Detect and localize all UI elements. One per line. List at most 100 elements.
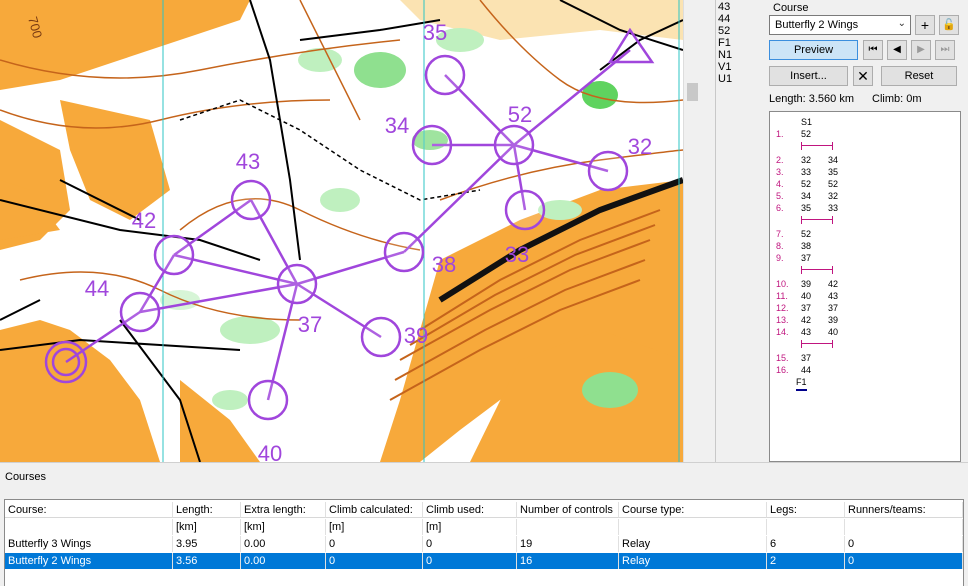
preview-button[interactable]: Preview (769, 40, 858, 60)
control-number: 33 (505, 242, 529, 267)
leg-control-a: 37 (801, 353, 812, 363)
skip-first-icon[interactable]: ⏮ (863, 40, 883, 60)
table-cell: 0 (845, 536, 963, 552)
courses-heading: Courses (5, 471, 46, 483)
leg-control-b: 33 (828, 203, 839, 213)
map-vertical-scrollbar[interactable] (683, 0, 700, 462)
control-circle[interactable] (153, 234, 195, 276)
course-leg-row[interactable]: 2. 32 34 (770, 154, 960, 166)
control-circle[interactable] (383, 231, 425, 273)
course-dropdown-value: Butterfly 2 Wings (775, 19, 859, 31)
code-list-item[interactable]: F1 (718, 37, 758, 49)
scrollbar-thumb[interactable] (687, 83, 698, 101)
course-control-list[interactable]: S1 1. 52 2. 32 34 3. 33 35 4. 52 52 5. 34 32 6. 35 33 7. 52… (769, 111, 961, 462)
table-cell: [m] (423, 519, 517, 535)
course-leg-row[interactable]: 1. 52 (770, 128, 960, 140)
code-list-item[interactable]: 43 (718, 1, 758, 13)
course-leg-row[interactable]: 8. 38 (770, 240, 960, 252)
table-cell: Relay (619, 553, 767, 569)
course-dropdown[interactable]: Butterfly 2 Wings ⌄ (769, 15, 911, 35)
control-number: 40 (258, 441, 282, 462)
table-cell: 16 (517, 553, 619, 569)
course-leg-row[interactable]: 10. 39 42 (770, 278, 960, 290)
control-circle[interactable] (424, 54, 466, 96)
course-leg-row[interactable]: 7. 52 (770, 228, 960, 240)
control-circle[interactable] (493, 124, 535, 166)
course-leg-row[interactable]: 16. 44 (770, 364, 960, 376)
map-canvas[interactable]: 700 35 52 34 32 43 42 33 38 44 37 39 40 (0, 0, 683, 462)
prev-icon[interactable]: ◀ (887, 40, 907, 60)
course-leg-row[interactable]: 15. 37 (770, 352, 960, 364)
course-leg-row[interactable]: S1 (770, 116, 960, 128)
orienteering-map[interactable]: 700 35523432434233384437 3940 (0, 0, 683, 462)
course-leg-row[interactable]: 9. 37 (770, 252, 960, 264)
table-cell: 19 (517, 536, 619, 552)
control-circle[interactable] (504, 189, 546, 231)
control-circle[interactable] (587, 150, 629, 192)
control-code-list: 43 44 52 F1 N1 V1 U1 (718, 1, 758, 85)
leg-number: 3. (776, 167, 784, 177)
table-cell: 0 (423, 553, 517, 569)
course-leg-row[interactable]: 12. 37 37 (770, 302, 960, 314)
skip-last-icon[interactable]: ⏭ (935, 40, 955, 60)
next-icon[interactable]: ▶ (911, 40, 931, 60)
table-row[interactable]: [km] [km] [m] [m] (5, 519, 963, 535)
leg-control-a: 52 (801, 179, 812, 189)
code-column-divider (700, 0, 716, 462)
table-row[interactable]: Butterfly 2 Wings 3.56 0.00 0 0 16 Relay 2 0 (5, 553, 963, 569)
course-leg-row[interactable]: 6. 35 33 (770, 202, 960, 214)
leg-control-a: 40 (801, 291, 812, 301)
control-number: 32 (628, 134, 652, 159)
course-leg-row[interactable]: 14. 43 40 (770, 326, 960, 338)
leg-control-b: 43 (828, 291, 839, 301)
leg-number: 16. (776, 365, 789, 375)
course-leg-row[interactable]: 13. 42 39 (770, 314, 960, 326)
course-panel: Course Butterfly 2 Wings ⌄ + 🔓 Preview ⏮… (765, 0, 968, 462)
x-icon[interactable]: ✕ (853, 66, 873, 86)
leg-number: 6. (776, 203, 784, 213)
table-cell: 3.56 (173, 553, 241, 569)
code-list-item[interactable]: 44 (718, 13, 758, 25)
table-cell: [m] (326, 519, 423, 535)
fork-bracket (801, 266, 833, 275)
table-row[interactable]: Butterfly 3 Wings 3.95 0.00 0 0 19 Relay 6 0 (5, 536, 963, 552)
course-leg-row[interactable]: 5. 34 32 (770, 190, 960, 202)
table-cell: 0.00 (241, 536, 326, 552)
control-circle[interactable] (230, 179, 272, 221)
table-cell: Extra length: (241, 502, 326, 518)
insert-button[interactable]: Insert... (769, 66, 848, 86)
table-cell: Course: (5, 502, 173, 518)
leg-number: 5. (776, 191, 784, 201)
course-leg-row[interactable]: F1 (770, 376, 960, 391)
fork-bracket (801, 340, 833, 349)
code-list-item[interactable]: 52 (718, 25, 758, 37)
control-circle[interactable] (411, 124, 453, 166)
code-list-item[interactable]: U1 (718, 73, 758, 85)
leg-control-b: 52 (828, 179, 839, 189)
course-leg-row[interactable]: 11. 40 43 (770, 290, 960, 302)
leg-control-a: 39 (801, 279, 812, 289)
plus-icon[interactable]: + (915, 15, 935, 35)
table-cell: 0 (326, 553, 423, 569)
leg-control-a: 44 (801, 365, 812, 375)
reset-button[interactable]: Reset (881, 66, 957, 86)
control-circle[interactable] (119, 291, 161, 333)
code-list-item[interactable]: N1 (718, 49, 758, 61)
leg-number: 13. (776, 315, 789, 325)
table-cell: Runners/teams: (845, 502, 963, 518)
control-circle[interactable] (360, 316, 402, 358)
leg-control-b: 37 (828, 303, 839, 313)
code-list-item[interactable]: V1 (718, 61, 758, 73)
control-circle[interactable] (276, 263, 318, 305)
course-leg-row[interactable]: 3. 33 35 (770, 166, 960, 178)
fork-bracket (801, 216, 833, 225)
course-leg-row[interactable]: 4. 52 52 (770, 178, 960, 190)
lock-icon[interactable]: 🔓 (939, 15, 959, 35)
courses-table[interactable]: Course: Length: Extra length: Climb calcula… (4, 499, 964, 586)
control-number: 52 (508, 102, 532, 127)
control-circle[interactable] (247, 379, 289, 421)
leg-number: 8. (776, 241, 784, 251)
leg-control-a: 33 (801, 167, 812, 177)
leg-number: 9. (776, 253, 784, 263)
table-cell: 2 (767, 553, 845, 569)
